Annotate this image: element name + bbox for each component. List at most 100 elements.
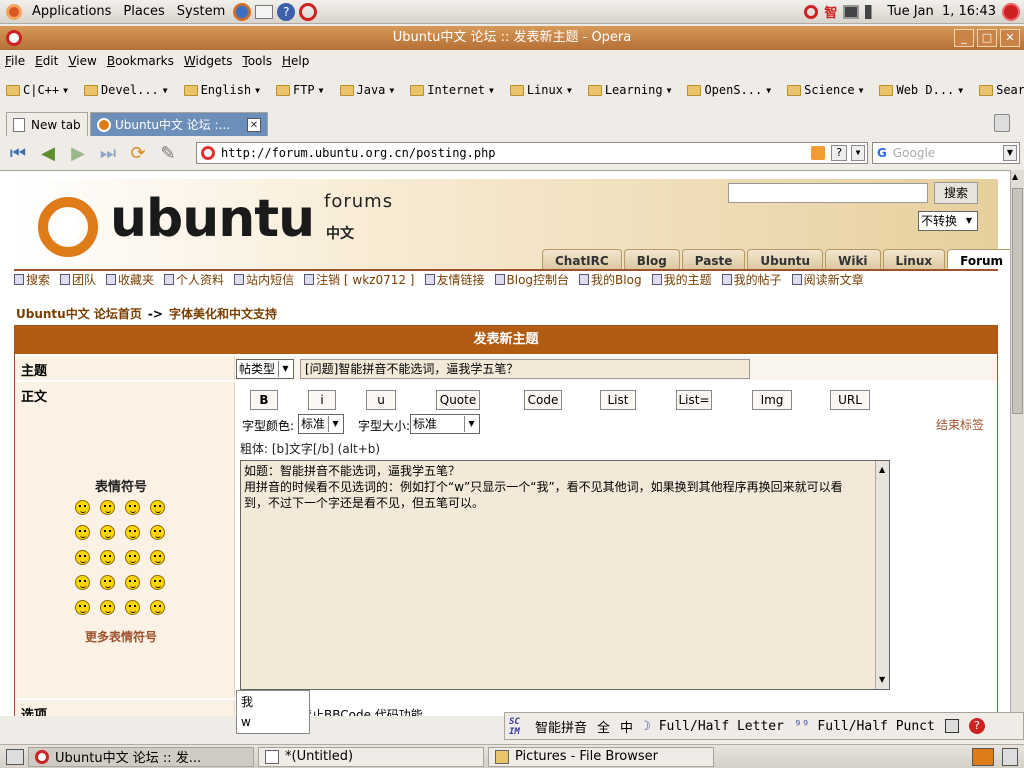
menu-view[interactable]: View: [63, 54, 101, 68]
forward-icon[interactable]: ▶: [66, 142, 90, 164]
exclamation-icon[interactable]: [75, 600, 90, 615]
arrow-icon[interactable]: [150, 600, 165, 615]
nav-links[interactable]: 友情链接: [424, 271, 485, 288]
tab-ubuntu-forum[interactable]: Ubuntu中文 论坛 :... ✕: [90, 112, 268, 136]
minimize-button[interactable]: _: [954, 29, 974, 47]
smiley-icon[interactable]: [100, 500, 115, 515]
smiley-icon[interactable]: [125, 575, 140, 590]
punct-width-toggle[interactable]: ⁹⁹ Full/Half Punct: [794, 719, 935, 734]
full-width-toggle[interactable]: 全: [597, 717, 610, 736]
ubuntu-circle-logo-icon[interactable]: [38, 197, 98, 257]
smiley-icon[interactable]: [125, 525, 140, 540]
nav-my-topics[interactable]: 我的主题: [651, 271, 712, 288]
breadcrumb-home[interactable]: Ubuntu中文 论坛首页: [16, 307, 142, 321]
forum-search-button[interactable]: 搜索: [934, 182, 978, 204]
smiley-icon[interactable]: [75, 500, 90, 515]
scroll-up-icon[interactable]: ▲: [1012, 172, 1018, 181]
bbcode-url-button[interactable]: URL: [830, 390, 870, 410]
scroll-down-icon[interactable]: ▼: [879, 672, 885, 688]
bookmark-folder-linux[interactable]: Linux ▼: [504, 83, 572, 97]
nav-my-posts[interactable]: 我的帖子: [721, 271, 782, 288]
firefox-launcher-icon[interactable]: [233, 2, 252, 21]
scrollbar-thumb[interactable]: [1012, 188, 1023, 414]
site-tab-linux[interactable]: Linux: [882, 249, 946, 271]
clock[interactable]: Tue Jan 1, 16:43: [887, 4, 996, 19]
letter-width-toggle[interactable]: ☽ Full/Half Letter: [643, 719, 784, 734]
nav-my-blog[interactable]: 我的Blog: [579, 271, 642, 288]
close-tags-link[interactable]: 结束标签: [936, 416, 984, 433]
smiley-icon[interactable]: [100, 525, 115, 540]
smiley-icon[interactable]: [75, 575, 90, 590]
mail-launcher-icon[interactable]: [255, 4, 274, 19]
reload-icon[interactable]: ⟳: [126, 142, 150, 164]
font-color-select[interactable]: 标准 ▼: [298, 414, 344, 434]
bbcode-code-button[interactable]: Code: [524, 390, 562, 410]
menu-help[interactable]: Help: [277, 54, 314, 68]
chinese-toggle[interactable]: 中: [620, 717, 633, 736]
nav-messages[interactable]: 站内短信: [234, 271, 294, 288]
ime-candidate[interactable]: 我: [241, 693, 253, 710]
bookmark-folder-internet[interactable]: Internet ▼: [404, 83, 494, 97]
site-tab-chatirc[interactable]: ChatIRC: [542, 249, 622, 271]
textarea-scrollbar[interactable]: ▲ ▼: [875, 461, 889, 689]
bbcode-bold-button[interactable]: B: [250, 390, 278, 410]
nav-logout[interactable]: 注销 [ wkz0712 ]: [304, 271, 415, 288]
smiley-icon[interactable]: [125, 550, 140, 565]
edit-icon[interactable]: ✎: [156, 142, 180, 164]
breadcrumb-section[interactable]: 字体美化和中文支持: [169, 307, 277, 321]
menu-widgets[interactable]: Widgets: [179, 54, 238, 68]
smiley-icon[interactable]: [75, 525, 90, 540]
bookmark-folder-search[interactable]: Search▼: [973, 83, 1024, 97]
bookmark-folder-cpp[interactable]: C|C++ ▼: [0, 83, 68, 97]
more-smilies-link[interactable]: 更多表情符号: [85, 628, 157, 645]
nav-profile[interactable]: 个人资料: [164, 271, 224, 288]
bbcode-underline-button[interactable]: u: [366, 390, 396, 410]
bookmark-folder-devel[interactable]: Devel... ▼: [78, 83, 168, 97]
places-menu[interactable]: Places: [117, 4, 170, 19]
ime-mode[interactable]: 智能拼音: [535, 717, 587, 736]
taskbar-item-editor[interactable]: *(Untitled): [258, 746, 484, 767]
scim-logo-icon[interactable]: SC IM: [509, 717, 525, 737]
post-type-select[interactable]: 帖类型 ▼: [236, 359, 294, 379]
menu-file[interactable]: File: [0, 54, 30, 68]
bbcode-quote-button[interactable]: Quote: [436, 390, 480, 410]
network-icon[interactable]: [843, 4, 860, 19]
conversion-select[interactable]: 不转换 ▼: [918, 211, 978, 231]
site-info-button[interactable]: ?: [831, 145, 847, 161]
scroll-up-icon[interactable]: ▲: [879, 462, 885, 478]
opera-tray-icon[interactable]: [804, 4, 819, 19]
page-scrollbar[interactable]: ▲: [1010, 170, 1024, 716]
menu-edit[interactable]: Edit: [30, 54, 63, 68]
bookmark-folder-learning[interactable]: Learning ▼: [582, 83, 671, 97]
nav-search[interactable]: 搜索: [14, 271, 50, 288]
smiley-icon[interactable]: [150, 525, 165, 540]
ubuntu-logo-icon[interactable]: [6, 3, 22, 20]
nav-team[interactable]: 团队: [60, 271, 96, 288]
smiley-icon[interactable]: [100, 575, 115, 590]
keyboard-icon[interactable]: [944, 719, 959, 733]
bbcode-italic-button[interactable]: i: [308, 390, 336, 410]
fast-forward-icon[interactable]: ⏭: [96, 142, 120, 164]
bbcode-list-ordered-button[interactable]: List=: [676, 390, 712, 410]
trash-applet-icon[interactable]: [1002, 748, 1018, 766]
rewind-icon[interactable]: ⏮: [6, 142, 30, 164]
bookmark-folder-webdev[interactable]: Web D... ▼: [873, 83, 963, 97]
trash-icon[interactable]: [994, 114, 1010, 132]
smiley-icon[interactable]: [75, 550, 90, 565]
bookmark-folder-science[interactable]: Science ▼: [781, 83, 863, 97]
nav-blog-console[interactable]: Blog控制台: [494, 271, 569, 288]
site-tab-wiki[interactable]: Wiki: [825, 249, 881, 271]
smiley-icon[interactable]: [150, 575, 165, 590]
taskbar-item-file-browser[interactable]: Pictures - File Browser: [488, 746, 714, 767]
shutdown-icon[interactable]: [1002, 2, 1020, 21]
menu-bookmarks[interactable]: Bookmarks: [102, 54, 179, 68]
ubuntu-wordmark[interactable]: ubuntu: [110, 189, 315, 249]
window-titlebar[interactable]: Ubuntu中文 论坛 :: 发表新主题 - Opera _ □ ✕: [0, 26, 1024, 50]
system-menu[interactable]: System: [171, 4, 231, 19]
rss-feed-icon[interactable]: [811, 146, 825, 160]
smiley-icon[interactable]: [150, 550, 165, 565]
idea-icon[interactable]: [125, 600, 140, 615]
bookmark-folder-english[interactable]: English ▼: [178, 83, 260, 97]
font-size-select[interactable]: 标准 ▼: [410, 414, 480, 434]
smiley-icon[interactable]: [150, 500, 165, 515]
